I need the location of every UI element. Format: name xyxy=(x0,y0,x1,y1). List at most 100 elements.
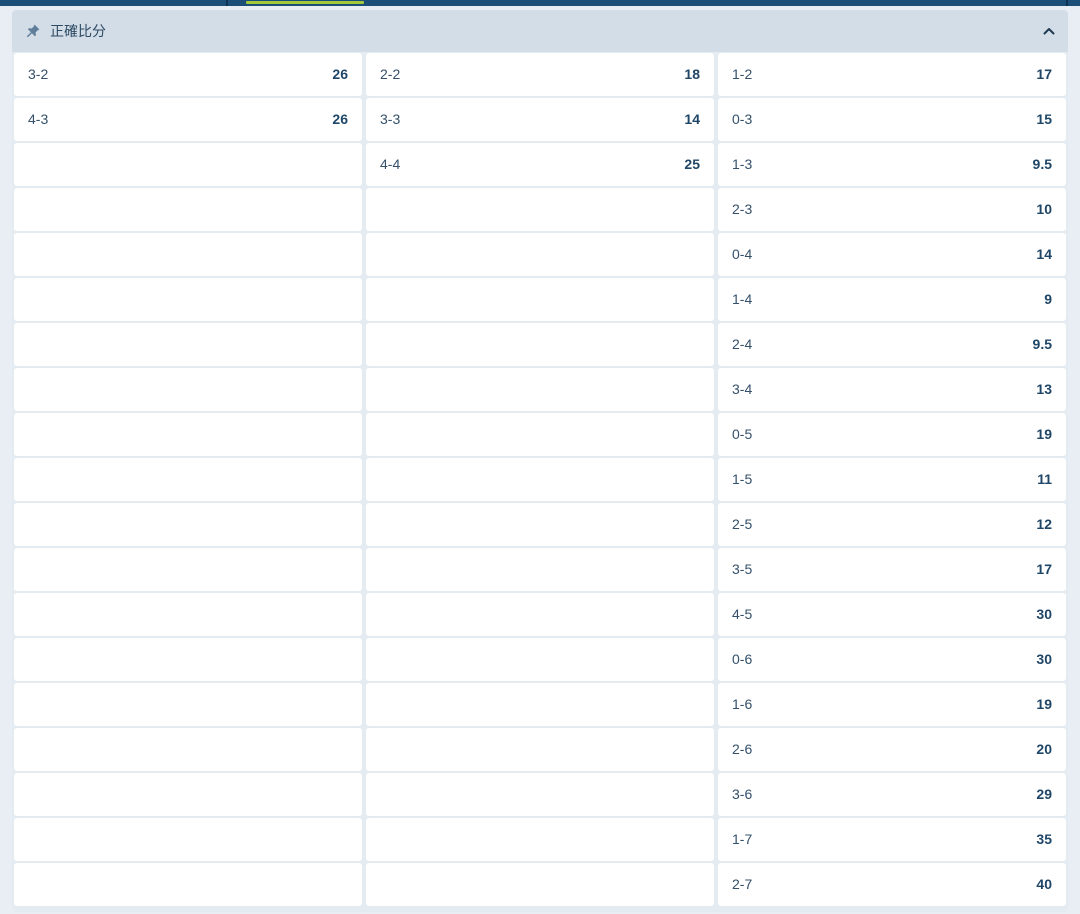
empty-cell xyxy=(366,458,714,501)
score-odds-button[interactable]: 1-6 19 xyxy=(718,683,1066,726)
market-header[interactable]: 正確比分 xyxy=(12,10,1068,52)
empty-cell xyxy=(366,278,714,321)
empty-cell xyxy=(366,683,714,726)
empty-cell xyxy=(14,323,362,366)
empty-cell xyxy=(14,818,362,861)
score-odds-button[interactable]: 2-7 40 xyxy=(718,863,1066,906)
odds-value: 9 xyxy=(1044,291,1052,307)
score-label: 3-6 xyxy=(732,786,753,802)
score-odds-button[interactable]: 0-6 30 xyxy=(718,638,1066,681)
odds-value: 35 xyxy=(1036,831,1052,847)
odds-value: 18 xyxy=(684,66,700,82)
active-tab-indicator xyxy=(246,1,364,4)
score-label: 3-2 xyxy=(28,66,49,82)
odds-value: 30 xyxy=(1036,651,1052,667)
odds-value: 40 xyxy=(1036,876,1052,892)
score-odds-button[interactable]: 2-4 9.5 xyxy=(718,323,1066,366)
empty-cell xyxy=(366,818,714,861)
chevron-up-icon[interactable] xyxy=(1042,24,1056,38)
empty-cell xyxy=(366,503,714,546)
odds-value: 12 xyxy=(1036,516,1052,532)
empty-cell xyxy=(14,458,362,501)
score-odds-button[interactable]: 3-4 13 xyxy=(718,368,1066,411)
score-odds-button[interactable]: 4-4 25 xyxy=(366,143,714,186)
odds-value: 26 xyxy=(332,66,348,82)
score-odds-button[interactable]: 2-5 12 xyxy=(718,503,1066,546)
score-odds-button[interactable]: 1-3 9.5 xyxy=(718,143,1066,186)
odds-value: 20 xyxy=(1036,741,1052,757)
score-odds-button[interactable]: 0-5 19 xyxy=(718,413,1066,456)
odds-value: 10 xyxy=(1036,201,1052,217)
empty-cell xyxy=(366,863,714,906)
pin-icon[interactable] xyxy=(25,23,41,39)
score-odds-button[interactable]: 4-3 26 xyxy=(14,98,362,141)
odds-value: 14 xyxy=(684,111,700,127)
score-label: 0-4 xyxy=(732,246,753,262)
score-label: 0-5 xyxy=(732,426,753,442)
odds-value: 15 xyxy=(1036,111,1052,127)
score-label: 4-3 xyxy=(28,111,49,127)
score-odds-button[interactable]: 4-5 30 xyxy=(718,593,1066,636)
score-label: 2-5 xyxy=(732,516,753,532)
score-odds-button[interactable]: 1-7 35 xyxy=(718,818,1066,861)
score-odds-button[interactable]: 1-2 17 xyxy=(718,53,1066,96)
odds-value: 17 xyxy=(1036,561,1052,577)
empty-cell xyxy=(14,638,362,681)
score-label: 2-2 xyxy=(380,66,401,82)
score-label: 0-6 xyxy=(732,651,753,667)
empty-cell xyxy=(14,593,362,636)
score-label: 1-2 xyxy=(732,66,753,82)
empty-cell xyxy=(14,188,362,231)
score-label: 1-6 xyxy=(732,696,753,712)
empty-cell xyxy=(14,728,362,771)
score-label: 1-3 xyxy=(732,156,753,172)
empty-cell xyxy=(366,323,714,366)
score-odds-button[interactable]: 3-3 14 xyxy=(366,98,714,141)
tab-divider xyxy=(1066,0,1068,6)
score-label: 3-3 xyxy=(380,111,401,127)
score-odds-button[interactable]: 0-3 15 xyxy=(718,98,1066,141)
score-odds-button[interactable]: 3-2 26 xyxy=(14,53,362,96)
empty-cell xyxy=(14,278,362,321)
empty-cell xyxy=(14,683,362,726)
empty-cell xyxy=(366,638,714,681)
empty-cell xyxy=(14,413,362,456)
score-odds-button[interactable]: 1-4 9 xyxy=(718,278,1066,321)
empty-cell xyxy=(14,368,362,411)
empty-cell xyxy=(14,548,362,591)
score-odds-button[interactable]: 3-5 17 xyxy=(718,548,1066,591)
score-label: 2-6 xyxy=(732,741,753,757)
odds-value: 11 xyxy=(1037,471,1052,487)
score-odds-button[interactable]: 1-5 11 xyxy=(718,458,1066,501)
odds-value: 30 xyxy=(1036,606,1052,622)
empty-cell xyxy=(366,548,714,591)
score-odds-button[interactable]: 3-6 29 xyxy=(718,773,1066,816)
tab-divider xyxy=(226,0,228,6)
score-label: 4-5 xyxy=(732,606,753,622)
empty-cell xyxy=(14,773,362,816)
score-label: 1-5 xyxy=(732,471,753,487)
empty-cell xyxy=(366,773,714,816)
odds-value: 13 xyxy=(1036,381,1052,397)
odds-value: 29 xyxy=(1036,786,1052,802)
odds-value: 9.5 xyxy=(1032,336,1052,352)
empty-cell xyxy=(14,863,362,906)
score-label: 2-4 xyxy=(732,336,753,352)
empty-cell xyxy=(366,188,714,231)
market-title: 正確比分 xyxy=(50,23,106,39)
score-label: 2-7 xyxy=(732,876,753,892)
empty-cell xyxy=(14,233,362,276)
empty-cell xyxy=(366,233,714,276)
score-odds-button[interactable]: 2-6 20 xyxy=(718,728,1066,771)
score-label: 2-3 xyxy=(732,201,753,217)
score-odds-button[interactable]: 0-4 14 xyxy=(718,233,1066,276)
odds-value: 19 xyxy=(1036,426,1052,442)
score-label: 0-3 xyxy=(732,111,753,127)
empty-cell xyxy=(366,728,714,771)
correct-score-market: 正確比分 3-2 26 4-3 26 2-2 18 3-3 14 4-4 25 1-2 17 0-3 15… xyxy=(12,10,1068,912)
score-label: 1-7 xyxy=(732,831,753,847)
score-odds-button[interactable]: 2-2 18 xyxy=(366,53,714,96)
score-odds-button[interactable]: 2-3 10 xyxy=(718,188,1066,231)
empty-cell xyxy=(14,503,362,546)
empty-cell xyxy=(366,368,714,411)
